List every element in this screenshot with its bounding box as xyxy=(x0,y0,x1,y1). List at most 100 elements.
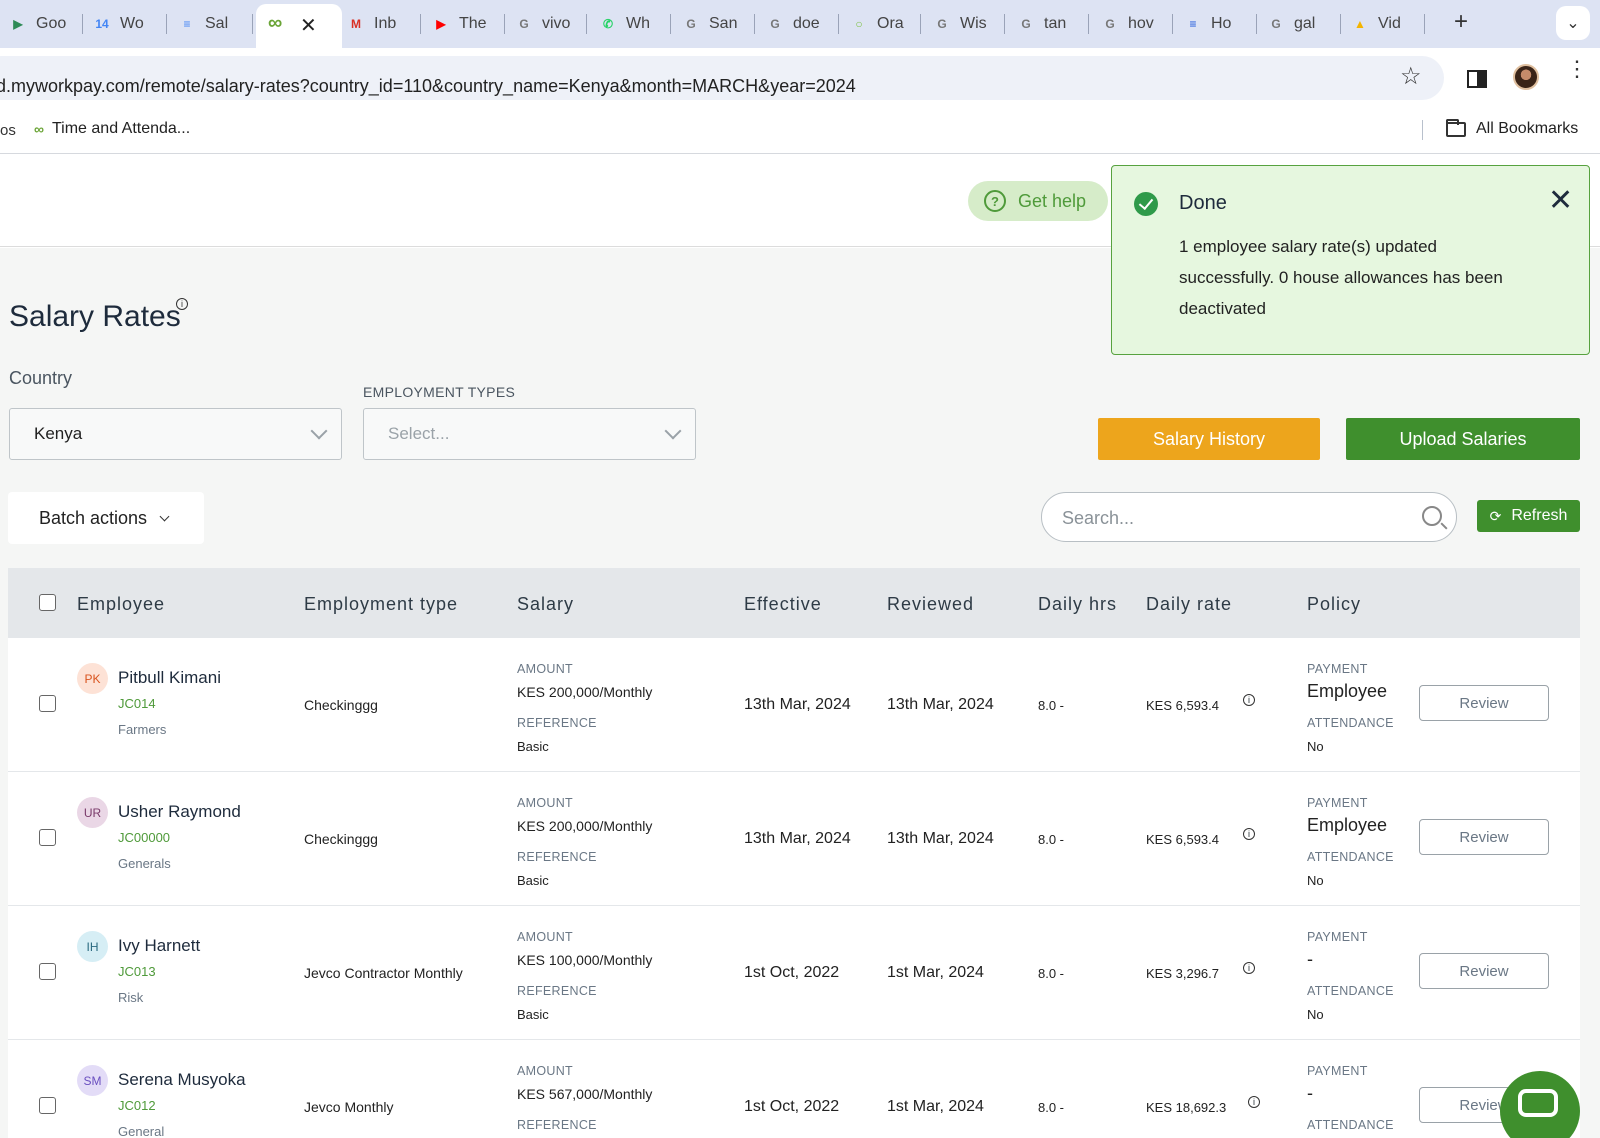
bookmark-star-icon[interactable]: ☆ xyxy=(1400,62,1422,91)
browser-tab[interactable]: Gvivo xyxy=(514,8,572,40)
whatsapp-icon: ✆ xyxy=(602,17,614,31)
browser-menu-icon[interactable]: ⋮ xyxy=(1566,58,1588,80)
payment-caption: PAYMENT xyxy=(1307,930,1368,944)
new-tab-button[interactable]: + xyxy=(1454,8,1468,36)
info-icon[interactable]: i xyxy=(1248,1096,1260,1108)
folder-icon xyxy=(1446,118,1466,137)
toast-message: 1 employee salary rate(s) updated succes… xyxy=(1179,237,1503,318)
employee-name[interactable]: Pitbull Kimani xyxy=(118,668,221,688)
browser-tab[interactable]: ▶ The xyxy=(431,8,489,40)
browser-tab[interactable]: Ghov xyxy=(1100,8,1158,40)
browser-tab[interactable]: ✆ Wh xyxy=(598,8,656,40)
col-reviewed[interactable]: Reviewed xyxy=(887,594,974,615)
browser-tab[interactable]: ≡ Sal xyxy=(177,8,235,40)
avatar: IH xyxy=(77,931,108,962)
row-checkbox[interactable] xyxy=(39,963,56,980)
browser-tab[interactable]: Ggal xyxy=(1266,8,1324,40)
search-box[interactable] xyxy=(1041,492,1457,542)
browser-tab-strip: ∞ ✕ ▶ Goo 14 Wo ≡ Sal M Inb ▶ The Gvivo ✆ Wh G San Gdoe ○… xyxy=(0,0,1600,48)
payment-policy: - xyxy=(1307,949,1313,969)
employment-type: Checkinggg xyxy=(304,697,378,713)
info-icon[interactable]: i xyxy=(1243,694,1255,706)
col-daily-rate[interactable]: Daily rate xyxy=(1146,594,1232,615)
close-icon[interactable]: ✕ xyxy=(1548,186,1573,216)
info-icon[interactable]: i xyxy=(1243,828,1255,840)
col-daily-hrs[interactable]: Daily hrs xyxy=(1038,594,1117,615)
employment-type: Jevco Contractor Monthly xyxy=(304,965,463,981)
col-employment-type[interactable]: Employment type xyxy=(304,594,458,615)
close-tab-icon[interactable]: ✕ xyxy=(300,13,317,38)
side-panel-icon[interactable] xyxy=(1467,70,1487,88)
col-policy[interactable]: Policy xyxy=(1307,594,1361,615)
active-tab[interactable]: ∞ ✕ xyxy=(256,4,342,48)
amount-caption: AMOUNT xyxy=(517,662,573,676)
salary-history-button[interactable]: Salary History xyxy=(1098,418,1320,460)
browser-tab[interactable]: M Inb xyxy=(346,8,404,40)
browser-tab[interactable]: ▲ Vid xyxy=(1350,8,1408,40)
browser-tab[interactable]: ○ Ora xyxy=(849,8,907,40)
attendance-policy: No xyxy=(1307,873,1324,888)
employee-code: JC014 xyxy=(118,696,156,711)
url-text[interactable]: ard.myworkpay.com/remote/salary-rates?co… xyxy=(0,76,856,97)
employee-name[interactable]: Usher Raymond xyxy=(118,802,241,822)
avatar: SM xyxy=(77,1065,108,1096)
refresh-button[interactable]: ⟳ Refresh xyxy=(1477,500,1580,532)
profile-avatar[interactable] xyxy=(1513,64,1539,90)
amount-caption: AMOUNT xyxy=(517,796,573,810)
row-checkbox[interactable] xyxy=(39,829,56,846)
bookmarks-bar: os ∞ Time and Attenda... All Bookmarks xyxy=(0,108,1600,154)
workpay-logo-icon: ∞ xyxy=(268,12,283,34)
bookmark-item-cut[interactable]: os xyxy=(0,122,16,139)
col-salary[interactable]: Salary xyxy=(517,594,574,615)
employment-types-select[interactable]: Select... xyxy=(363,408,696,460)
info-icon[interactable]: i xyxy=(176,298,188,310)
row-checkbox[interactable] xyxy=(39,1097,56,1114)
batch-actions-dropdown[interactable]: Batch actions xyxy=(8,492,204,544)
browser-tab[interactable]: Gdoe xyxy=(765,8,823,40)
get-help-button[interactable]: ? Get help xyxy=(968,181,1108,221)
review-button[interactable]: Review xyxy=(1419,685,1549,721)
info-icon[interactable]: i xyxy=(1243,962,1255,974)
address-bar-row: ard.myworkpay.com/remote/salary-rates?co… xyxy=(0,48,1600,108)
bookmark-label: Time and Attenda... xyxy=(51,120,191,137)
tab-search-button[interactable]: ⌄ xyxy=(1556,6,1590,40)
reviewed-date: 1st Mar, 2024 xyxy=(887,1098,984,1115)
employee-department: Farmers xyxy=(118,722,167,737)
effective-date: 13th Mar, 2024 xyxy=(744,696,851,713)
col-employee[interactable]: Employee xyxy=(77,594,165,615)
col-effective[interactable]: Effective xyxy=(744,594,822,615)
browser-tab[interactable]: ≡ Ho xyxy=(1183,8,1241,40)
browser-tab[interactable]: G San xyxy=(681,8,739,40)
salary-amount: KES 567,000/Monthly xyxy=(517,1086,653,1102)
review-button[interactable]: Review xyxy=(1419,953,1549,989)
browser-tab[interactable]: ▶ Goo xyxy=(8,8,66,40)
all-bookmarks-button[interactable]: All Bookmarks xyxy=(1446,118,1578,138)
reference-caption: REFERENCE xyxy=(517,984,597,998)
payment-policy: Employee xyxy=(1307,815,1388,835)
browser-tab[interactable]: 14 Wo xyxy=(92,8,150,40)
country-value: Kenya xyxy=(34,424,83,443)
browser-tab[interactable]: Gtan xyxy=(1016,8,1074,40)
review-button[interactable]: Review xyxy=(1419,819,1549,855)
employment-types-label: EMPLOYMENT TYPES xyxy=(363,384,516,400)
main-content: Salary Rates i Country EMPLOYMENT TYPES … xyxy=(0,248,1600,1138)
employee-name[interactable]: Serena Musyoka xyxy=(118,1070,246,1090)
google-icon: G xyxy=(1271,17,1281,31)
search-input[interactable] xyxy=(1062,505,1392,531)
chevron-down-icon xyxy=(310,422,328,440)
tab-label: Ora xyxy=(877,15,904,32)
select-all-checkbox[interactable] xyxy=(39,594,56,611)
row-checkbox[interactable] xyxy=(39,695,56,712)
country-select[interactable]: Kenya xyxy=(9,408,342,460)
bookmark-time-attendance[interactable]: ∞ Time and Attenda... xyxy=(34,120,190,138)
upload-salaries-button[interactable]: Upload Salaries xyxy=(1346,418,1580,460)
toast-title: Done xyxy=(1179,192,1227,214)
browser-tab[interactable]: G Wis xyxy=(932,8,990,40)
search-icon[interactable] xyxy=(1422,506,1442,526)
employee-name[interactable]: Ivy Harnett xyxy=(118,936,200,956)
docs-icon: ≡ xyxy=(183,17,191,31)
payment-caption: PAYMENT xyxy=(1307,662,1368,676)
omnibox[interactable]: ard.myworkpay.com/remote/salary-rates?co… xyxy=(0,56,1444,100)
tab-label: doe xyxy=(793,15,820,32)
tab-separator xyxy=(1340,14,1341,34)
